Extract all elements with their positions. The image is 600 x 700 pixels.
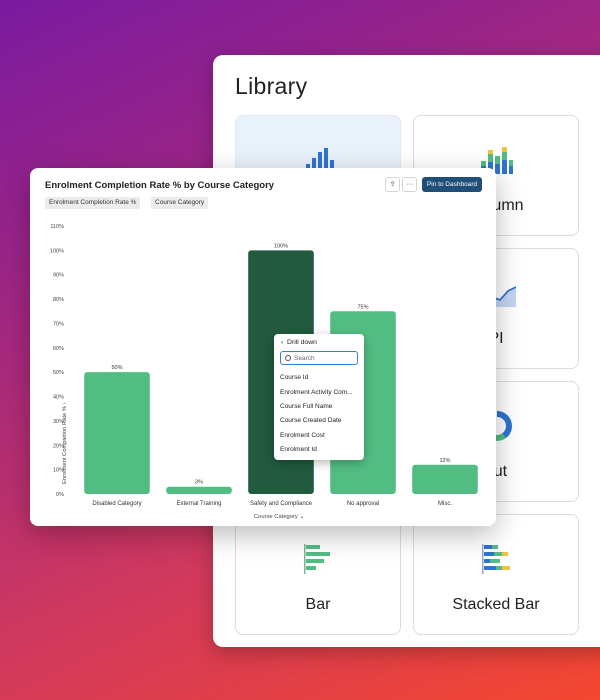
- x-axis-label[interactable]: Course Category ⌄: [254, 514, 304, 520]
- y-tick-label: 70%: [53, 321, 64, 327]
- y-tick-label: 100%: [50, 248, 64, 254]
- tile-label: Bar: [305, 596, 331, 613]
- data-label: 75%: [357, 304, 368, 310]
- background-frame: Library Column: [0, 0, 600, 700]
- drill-item[interactable]: Enrolment Cost: [280, 432, 325, 439]
- drill-item[interactable]: Enrolment Id: [280, 446, 317, 453]
- x-tick-label: External Training: [176, 501, 221, 507]
- tile-label: Stacked Bar: [452, 596, 540, 613]
- data-label: 12%: [439, 458, 450, 464]
- y-tick-label: 40%: [53, 395, 64, 401]
- drill-search-input[interactable]: Search: [280, 351, 358, 365]
- drill-down-menu: ‹ Drill down Search Course Id Enrolment …: [274, 334, 364, 460]
- bar[interactable]: [84, 372, 150, 494]
- y-tick-label: 50%: [53, 370, 64, 376]
- search-icon: [285, 355, 291, 361]
- drill-item[interactable]: Course Created Date: [280, 417, 341, 424]
- drill-item[interactable]: Course Id: [280, 374, 308, 381]
- drill-item[interactable]: Course Full Name: [280, 403, 332, 410]
- stacked-bar-icon: [482, 544, 510, 574]
- chart-card: Enrolment Completion Rate % by Course Ca…: [30, 168, 496, 526]
- x-tick-label: Safety and Compliance: [250, 501, 313, 507]
- x-tick-label: No approval: [347, 501, 379, 507]
- y-tick-label: 110%: [50, 224, 64, 230]
- bar-chart: 0%10%20%30%40%50%60%70%80%90%100%110%50%…: [50, 224, 478, 507]
- drill-item[interactable]: Enrolment Activity Com...: [280, 389, 353, 396]
- y-axis-label[interactable]: Enrolment Completion Rate % ›: [62, 402, 68, 484]
- data-label: 50%: [111, 365, 122, 371]
- bar[interactable]: [412, 464, 478, 494]
- y-tick-label: 0%: [56, 492, 64, 498]
- x-tick-label: Misc.: [438, 501, 452, 507]
- x-tick-label: Disabled Category: [92, 501, 141, 507]
- tile-stacked-bar[interactable]: Stacked Bar: [413, 514, 579, 635]
- bar[interactable]: [166, 486, 232, 494]
- bar-chart-icon: [304, 544, 330, 574]
- data-label: 100%: [274, 243, 288, 249]
- y-tick-label: 90%: [53, 273, 64, 279]
- tile-bar-chart[interactable]: Bar: [235, 514, 401, 635]
- y-tick-label: 80%: [53, 297, 64, 303]
- library-title: Library: [235, 73, 308, 99]
- drill-down-header[interactable]: ‹ Drill down: [281, 339, 317, 346]
- data-label: 3%: [195, 480, 203, 486]
- y-tick-label: 60%: [53, 346, 64, 352]
